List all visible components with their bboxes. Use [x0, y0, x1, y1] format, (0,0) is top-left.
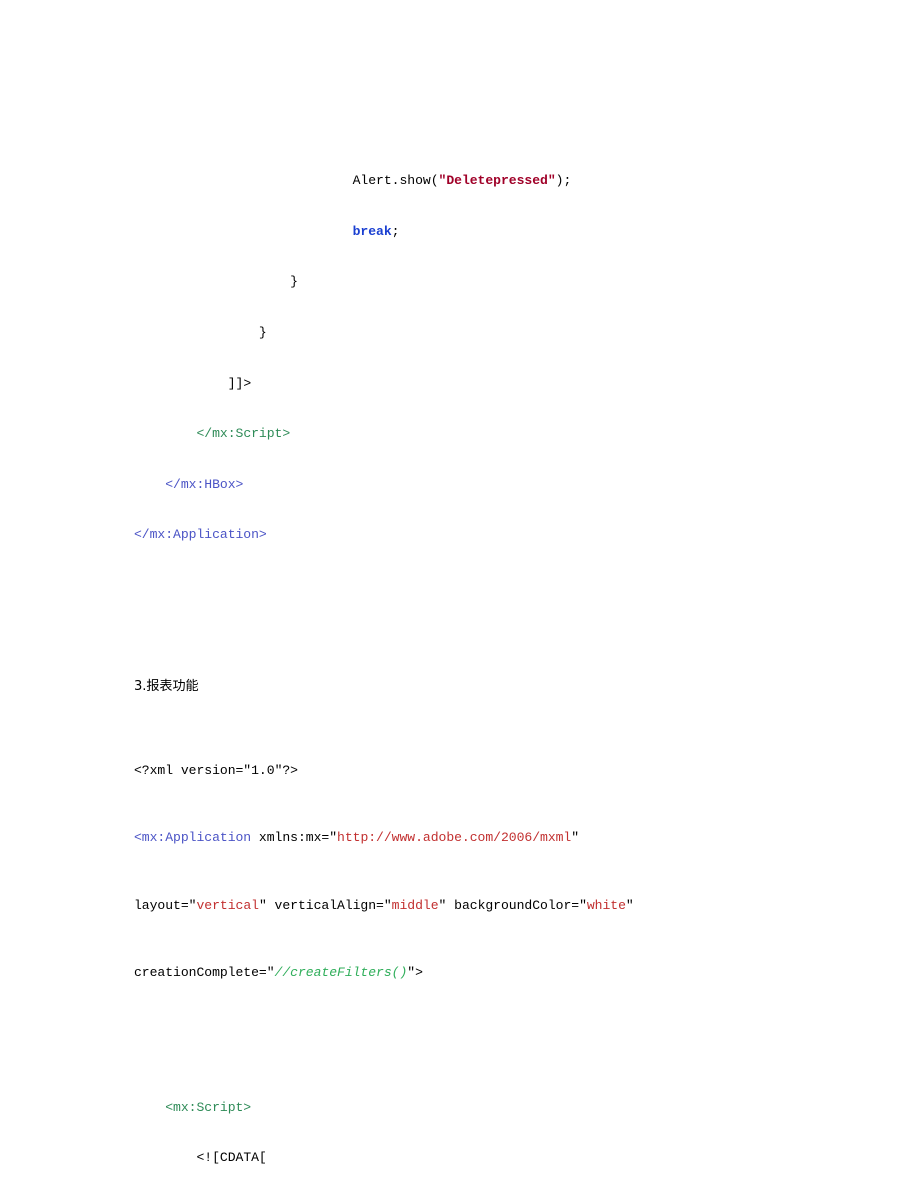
code-line: </mx:Application> [134, 527, 800, 544]
open-tag-mx-script: <mx:Script> [165, 1099, 252, 1115]
code-line: <mx:Script> [134, 1100, 800, 1117]
code-line: } [134, 324, 267, 340]
attr-value-vertical-align: middle [391, 897, 439, 913]
code-line: layout="vertical" verticalAlign="middle"… [134, 897, 634, 913]
attr-value-background-color: white [586, 897, 626, 913]
document-page: Alert.show("Deletepressed"); break; } } … [0, 0, 920, 1191]
close-tag-mx-hbox: </mx:HBox> [165, 476, 244, 492]
close-tag-mx-script: </mx:Script> [196, 426, 291, 442]
open-tag-mx-application: <mx:Application [134, 830, 252, 846]
attr-value-layout: vertical [196, 897, 259, 913]
code-line: </mx:Script> [134, 426, 800, 443]
code-listing: Alert.show("Deletepressed"); break; } } … [134, 106, 800, 1191]
code-line: } [134, 274, 298, 290]
section-heading: 3.报表功能 [134, 678, 199, 694]
xml-version-value: 1.0 [251, 762, 275, 778]
code-line: <mx:Application xmlns:mx="http://www.ado… [134, 830, 580, 846]
code-line: <![CDATA[ [134, 1150, 267, 1166]
attr-value-xmlns: http://www.adobe.com/2006/mxml [337, 830, 572, 846]
code-line: break; [352, 223, 400, 239]
close-tag-mx-application: </mx:Application> [134, 527, 267, 543]
string-literal-deletepressed: "Deletepressed" [438, 173, 556, 189]
code-line: ]]> [134, 375, 252, 391]
code-line: <?xml version="1.0"?> [134, 762, 298, 778]
code-line: </mx:HBox> [134, 477, 800, 494]
comment-create-filters: //createFilters() [274, 965, 408, 981]
code-line: creationComplete="//createFilters()"> [134, 965, 423, 981]
keyword-break: break [352, 223, 392, 239]
code-line: Alert.show("Deletepressed"); [134, 173, 572, 189]
